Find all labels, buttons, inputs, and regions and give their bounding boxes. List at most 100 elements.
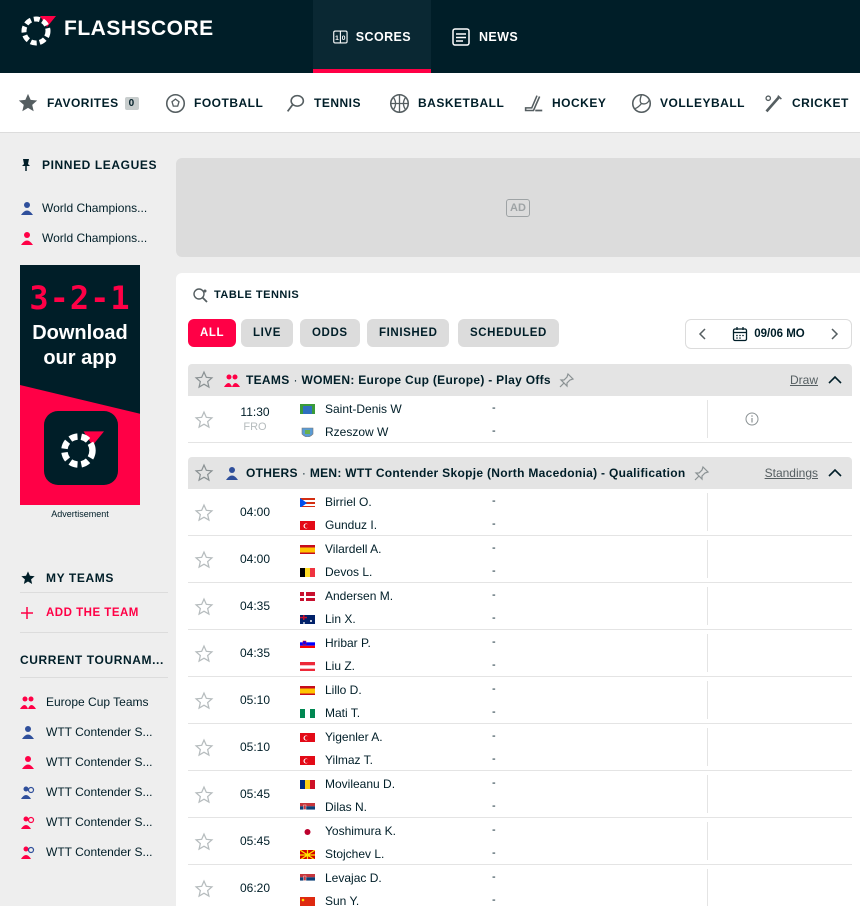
women-icon: [21, 232, 33, 245]
star-outline-icon[interactable]: [194, 597, 214, 617]
country-flag-icon: [300, 497, 315, 507]
favorite-star[interactable]: [194, 550, 214, 573]
favorite-star[interactable]: [194, 738, 214, 761]
away-participant: Lin X.: [300, 611, 356, 627]
star-outline-icon[interactable]: [194, 503, 214, 523]
chevron-right-icon[interactable]: [829, 328, 839, 340]
match-time: 06:20: [232, 881, 278, 895]
home-player-name: Yoshimura K.: [325, 824, 396, 838]
home-participant: Andersen M.: [300, 588, 393, 604]
match-row[interactable]: 06:20 Levajac D. - Sun Y. -: [188, 865, 852, 906]
match-row[interactable]: 05:45 Yoshimura K. - Stojchev L. -: [188, 818, 852, 865]
info-icon[interactable]: [745, 412, 759, 426]
add-team-button[interactable]: ADD THE TEAM: [20, 605, 170, 621]
star-outline-icon[interactable]: [194, 370, 214, 390]
sport-heading: TABLE TENNIS: [192, 287, 299, 303]
app-icon: [44, 411, 118, 485]
filter-live[interactable]: LIVE: [241, 319, 293, 347]
home-score: -: [492, 683, 496, 695]
flashscore-logo[interactable]: FLASHSCORE: [20, 12, 214, 46]
favorite-star[interactable]: [194, 879, 214, 902]
date-display[interactable]: 09/06 MO: [732, 326, 805, 342]
app-download-banner[interactable]: 3-2-1 Download our app: [20, 265, 140, 505]
scores-panel: TABLE TENNIS ALL LIVE ODDS FINISHED SCHE…: [176, 273, 860, 906]
away-participant: Stojchev L.: [300, 846, 384, 862]
nav-cricket[interactable]: CRICKET: [763, 73, 849, 133]
star-outline-icon[interactable]: [194, 879, 214, 899]
favorite-star[interactable]: [194, 644, 214, 667]
chevron-left-icon[interactable]: [698, 328, 708, 340]
nav-volleyball[interactable]: VOLLEYBALL: [631, 73, 745, 133]
men-icon: [22, 726, 34, 739]
pinned-league-item[interactable]: World Champions...: [20, 200, 170, 216]
tournament-item[interactable]: WTT Contender S...: [20, 724, 170, 740]
favorite-star[interactable]: [194, 785, 214, 808]
nav-tennis[interactable]: TENNIS: [285, 73, 361, 133]
match-start-time: 05:45: [239, 787, 271, 801]
match-row[interactable]: 04:35 Hribar P. - Liu Z. -: [188, 630, 852, 677]
star-outline-icon[interactable]: [194, 832, 214, 852]
star-outline-icon[interactable]: [194, 691, 214, 711]
filter-scheduled[interactable]: SCHEDULED: [458, 319, 559, 347]
country-flag-icon: [300, 896, 315, 906]
chevron-up-icon[interactable]: [828, 375, 842, 385]
match-info-button[interactable]: [745, 412, 759, 429]
match-row[interactable]: 04:35 Andersen M. - Lin X. -: [188, 583, 852, 630]
standings-link[interactable]: Standings: [765, 466, 818, 480]
nav-hockey-label: HOCKEY: [552, 96, 607, 110]
star-outline-icon[interactable]: [194, 738, 214, 758]
tournament-item[interactable]: Europe Cup Teams: [20, 694, 170, 710]
filter-finished[interactable]: FINISHED: [367, 319, 450, 347]
star-outline-icon[interactable]: [194, 644, 214, 664]
match-time: 05:10: [232, 693, 278, 707]
favorite-star[interactable]: [194, 597, 214, 620]
nav-basketball[interactable]: BASKETBALL: [389, 73, 504, 133]
favorite-star[interactable]: [194, 832, 214, 855]
country-flag-icon: [300, 708, 315, 718]
filter-odds[interactable]: ODDS: [300, 319, 360, 347]
star-outline-icon[interactable]: [194, 785, 214, 805]
cricket-icon: [765, 94, 782, 112]
tab-news-label: NEWS: [479, 29, 519, 44]
tab-news[interactable]: NEWS: [431, 0, 538, 73]
nav-football[interactable]: FOOTBALL: [165, 73, 263, 133]
league-header[interactable]: OTHERS · MEN: WTT Contender Skopje (Nort…: [188, 457, 852, 489]
nav-hockey[interactable]: HOCKEY: [523, 73, 606, 133]
pinned-league-item[interactable]: World Champions...: [20, 230, 170, 246]
row-divider: [707, 540, 708, 578]
scores-icon: 10: [333, 30, 348, 43]
pin-icon[interactable]: [694, 465, 710, 481]
match-row[interactable]: 11:30 FRO Saint-Denis W - Rzeszow W -: [188, 396, 852, 443]
away-score: -: [492, 753, 496, 765]
match-row[interactable]: 04:00 Birriel O. - Gunduz I. -: [188, 489, 852, 536]
match-row[interactable]: 05:45 Movileanu D. - Dilas N. -: [188, 771, 852, 818]
league-header[interactable]: TEAMS · WOMEN: Europe Cup (Europe) - Pla…: [188, 364, 852, 396]
pin-icon[interactable]: [559, 372, 575, 388]
match-start-time: 04:00: [239, 505, 271, 519]
tournament-item[interactable]: WTT Contender S...: [20, 784, 170, 800]
favorite-star[interactable]: [194, 691, 214, 714]
star-outline-icon[interactable]: [194, 410, 214, 430]
nav-favorites[interactable]: FAVORITES 0: [17, 73, 139, 133]
star-outline-icon[interactable]: [194, 463, 214, 483]
filter-all[interactable]: ALL: [188, 319, 237, 347]
advertisement-caption: Advertisement: [51, 509, 109, 519]
favorite-star[interactable]: [194, 503, 214, 526]
match-row[interactable]: 05:10 Yigenler A. - Yilmaz T. -: [188, 724, 852, 771]
match-row[interactable]: 04:00 Vilardell A. - Devos L. -: [188, 536, 852, 583]
star-outline-icon[interactable]: [194, 550, 214, 570]
tournament-item[interactable]: WTT Contender S...: [20, 844, 170, 860]
draw-link[interactable]: Draw: [790, 373, 818, 387]
chevron-up-icon[interactable]: [828, 468, 842, 478]
home-participant: Movileanu D.: [300, 776, 395, 792]
match-start-time: 04:35: [239, 646, 271, 660]
match-start-time: 06:20: [239, 881, 271, 895]
league-name: WOMEN: Europe Cup (Europe) - Play Offs: [301, 373, 551, 387]
tab-scores[interactable]: 10 SCORES: [313, 0, 431, 73]
match-time: 05:45: [232, 787, 278, 801]
home-player-name: Yigenler A.: [325, 730, 383, 744]
favorite-star[interactable]: [194, 410, 214, 433]
tournament-item[interactable]: WTT Contender S...: [20, 754, 170, 770]
match-row[interactable]: 05:10 Lillo D. - Mati T. -: [188, 677, 852, 724]
tournament-item[interactable]: WTT Contender S...: [20, 814, 170, 830]
